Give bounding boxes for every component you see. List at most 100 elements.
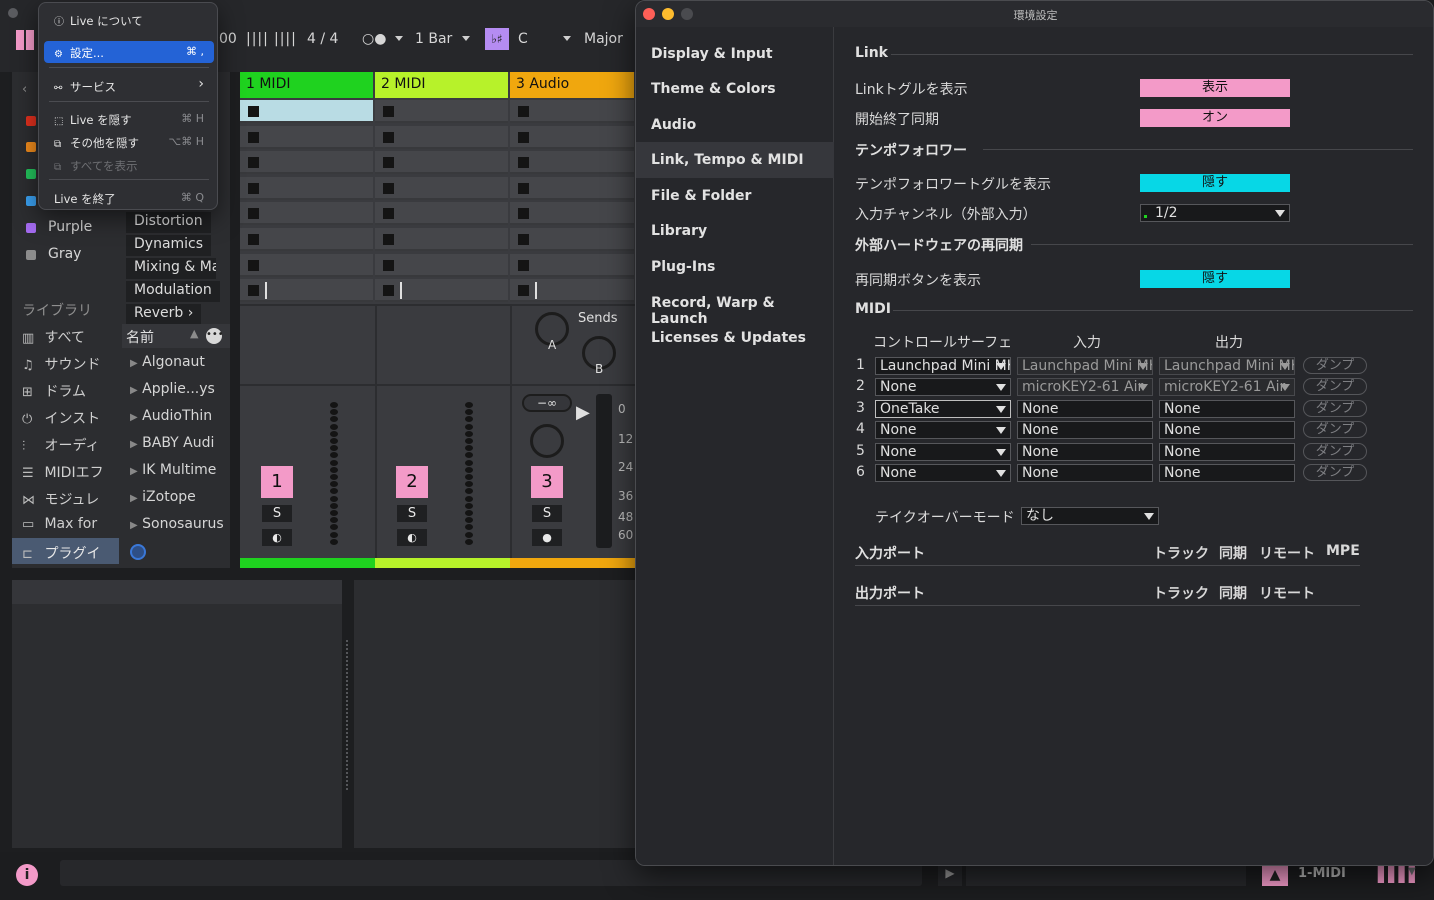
input-channel-select[interactable]: 1/2 [1140, 204, 1290, 222]
takeover-mode-select[interactable]: なし [1021, 507, 1159, 525]
midi-input-select[interactable]: None [1017, 399, 1153, 418]
clip-stop-icon[interactable] [518, 157, 529, 169]
clip-slot[interactable] [240, 279, 373, 303]
midi-input-select[interactable]: None [1017, 421, 1153, 440]
green-swatch-icon[interactable] [26, 169, 36, 179]
list-item[interactable]: ▶ IK Multime [130, 462, 228, 478]
midi-output-select[interactable]: microKEY2-61 Air [1159, 378, 1295, 397]
clip-slot[interactable] [375, 279, 508, 303]
clip-slot[interactable] [510, 125, 634, 149]
library-item-max-for-live[interactable]: ▭ Max for [22, 516, 97, 532]
midi-input-select[interactable]: None [1017, 442, 1153, 461]
disclosure-triangle-icon[interactable]: ▶ [130, 439, 138, 450]
scale-select[interactable]: Major [584, 31, 623, 47]
disclosure-triangle-icon[interactable]: ▶ [130, 412, 138, 423]
clip-slot[interactable] [375, 176, 508, 200]
browser-column-header[interactable]: 名前 ▲ ••• [122, 324, 230, 348]
library-item-plugins[interactable]: ⊏ プラグイ [22, 543, 100, 563]
library-item-sounds[interactable]: ♫ サウンド [22, 354, 100, 374]
clip-stop-icon[interactable] [248, 182, 259, 194]
menu-item-settings[interactable]: ⚙ 設定... ⌘ , [44, 41, 214, 63]
scale-mode-icon[interactable]: ♭♯ [485, 28, 509, 50]
category-reverb[interactable]: Reverb › [126, 304, 202, 325]
control-surface-select[interactable]: None [875, 464, 1011, 482]
nav-link-tempo-midi[interactable]: Link, Tempo & MIDI [636, 142, 834, 178]
solo-button-1[interactable]: S [262, 505, 292, 522]
stop-all-icon[interactable] [383, 285, 394, 297]
chevron-down-icon[interactable] [395, 36, 403, 41]
clip-stop-icon[interactable] [248, 259, 259, 271]
nav-display-input[interactable]: Display & Input [636, 36, 834, 72]
library-item-modulators[interactable]: ⋈ モジュレ [22, 489, 99, 509]
clip-slot[interactable] [240, 228, 373, 251]
clip-stop-icon[interactable] [383, 106, 394, 117]
control-surface-select[interactable]: Launchpad Mini MK3 [875, 357, 1011, 375]
stop-all-icon[interactable] [248, 285, 259, 297]
tempo-field[interactable]: 00 [219, 31, 237, 47]
clip-slot[interactable] [510, 176, 634, 200]
clip-stop-icon[interactable] [518, 234, 529, 245]
volume-readout[interactable]: −∞ [522, 394, 572, 412]
midi-output-select[interactable]: Launchpad Mini MK3 [1159, 357, 1295, 375]
back-arrow-icon[interactable]: ‹ [22, 82, 27, 97]
control-surface-select[interactable]: None [875, 421, 1011, 440]
quantize-select[interactable]: 1 Bar [415, 31, 452, 47]
track-activator-1[interactable]: 1 [261, 466, 293, 498]
clip-slot[interactable] [375, 253, 508, 277]
clip-stop-icon[interactable] [248, 106, 259, 117]
list-item[interactable]: ▶ BABY Audi [130, 435, 228, 451]
clip-slot[interactable] [510, 202, 634, 226]
window-close-button[interactable] [8, 8, 18, 18]
track-up-icon[interactable]: ▲ [1262, 864, 1288, 886]
midi-input-select[interactable]: Launchpad Mini MK3 [1017, 357, 1153, 375]
library-item-midi-effects[interactable]: ☰ MIDIエフ [22, 462, 104, 482]
clip-slot[interactable] [510, 228, 634, 251]
clip-slot[interactable] [375, 228, 508, 251]
clip-stop-icon[interactable] [248, 208, 259, 220]
clip-slot[interactable] [240, 100, 373, 123]
color-tag-gray[interactable]: Gray [48, 246, 81, 262]
library-item-all[interactable]: ▥ すべて [22, 327, 85, 347]
track-activator-3[interactable]: 3 [531, 466, 563, 498]
clip-slot[interactable] [375, 202, 508, 226]
clip-stop-icon[interactable] [383, 234, 394, 245]
arm-button-2[interactable]: ◐ [397, 529, 427, 546]
category-mixing[interactable]: Mixing & Ma [126, 258, 216, 279]
chevron-down-icon[interactable] [563, 36, 571, 41]
nav-file-folder[interactable]: File & Folder [636, 178, 834, 214]
clip-stop-icon[interactable] [248, 157, 259, 169]
info-icon[interactable]: i [16, 864, 38, 886]
disclosure-triangle-icon[interactable]: ▶ [130, 493, 138, 504]
control-surface-select[interactable]: OneTake [875, 399, 1011, 418]
blue-swatch-icon[interactable] [26, 196, 36, 206]
control-surface-select[interactable]: None [875, 442, 1011, 461]
clip-slot[interactable] [240, 253, 373, 277]
list-item[interactable]: ▶ Algonaut [130, 354, 228, 370]
clip-slot[interactable] [240, 176, 373, 200]
list-item[interactable]: ▶ iZotope [130, 489, 228, 505]
disclosure-triangle-icon[interactable]: ▶ [130, 358, 138, 369]
disclosure-triangle-icon[interactable]: ▶ [130, 385, 138, 396]
metronome-bars-icon[interactable]: |||| [274, 31, 297, 47]
clip-stop-icon[interactable] [383, 259, 394, 271]
clip-stop-icon[interactable] [383, 131, 394, 143]
category-distortion[interactable]: Distortion [126, 212, 211, 233]
monitor-button-3[interactable]: ● [532, 529, 562, 546]
clip-stop-icon[interactable] [518, 131, 529, 143]
menu-item-hide-live[interactable]: ⬚ Live を隠す ⌘ H [44, 108, 214, 130]
category-modulation[interactable]: Modulation [126, 281, 220, 302]
list-item[interactable]: ▶ AudioThin [130, 408, 228, 424]
disclosure-triangle-icon[interactable]: ▶ [130, 520, 138, 531]
color-tag-purple[interactable]: Purple [48, 219, 92, 235]
track-header-3[interactable]: 3 Audio [510, 72, 636, 98]
clip-slot[interactable] [510, 279, 634, 303]
stop-all-icon[interactable] [518, 285, 529, 297]
key-select[interactable]: C [518, 31, 528, 47]
clip-slot[interactable] [510, 100, 634, 123]
midi-output-select[interactable]: None [1159, 442, 1295, 461]
library-item-instruments[interactable]: ⏻ インスト [22, 408, 100, 428]
track-header-2[interactable]: 2 MIDI [375, 72, 510, 98]
clip-stop-icon[interactable] [518, 259, 529, 271]
more-options-icon[interactable]: ••• [206, 328, 224, 344]
nav-plug-ins[interactable]: Plug-Ins [636, 249, 834, 285]
